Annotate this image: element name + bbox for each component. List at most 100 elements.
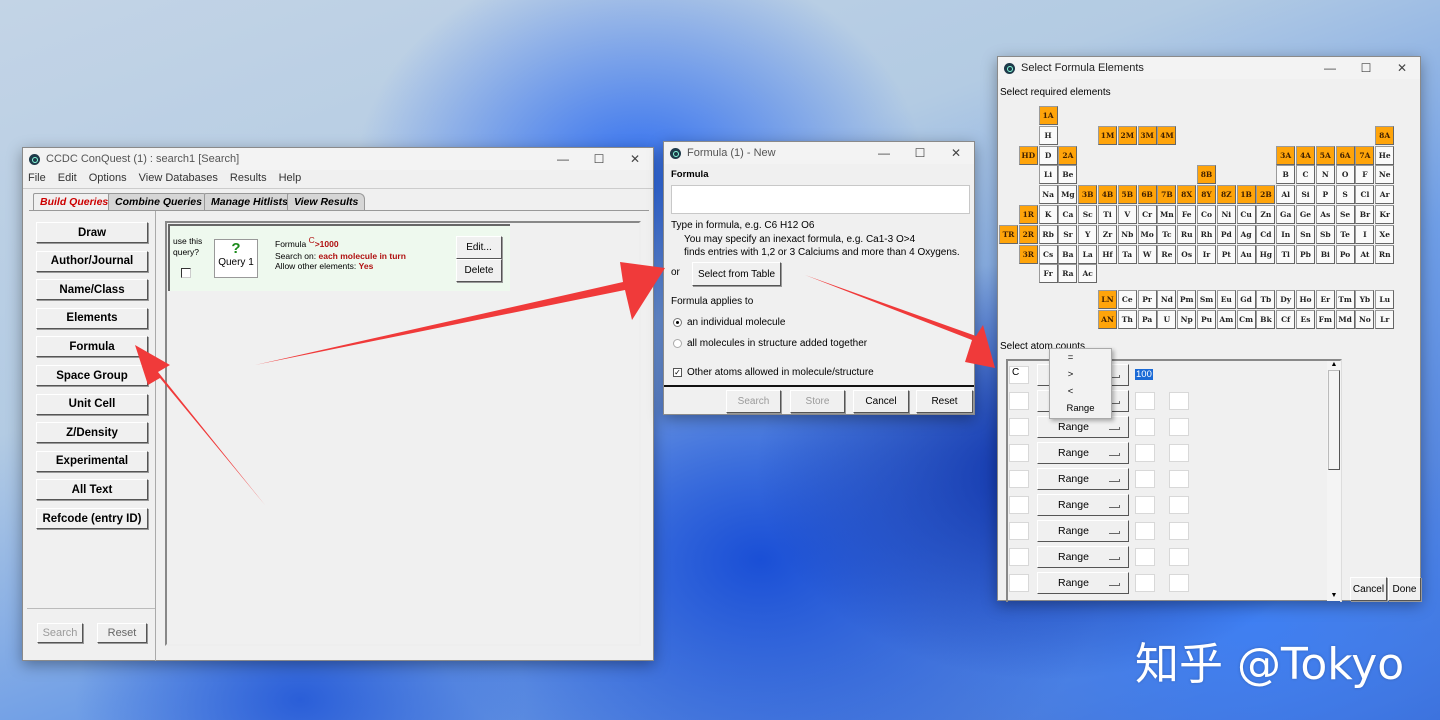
- count-min-input[interactable]: [1135, 392, 1155, 410]
- element-cell-ca[interactable]: Ca: [1058, 205, 1078, 224]
- element-cell-zn[interactable]: Zn: [1256, 205, 1276, 224]
- select-from-table-button[interactable]: Select from Table: [692, 262, 781, 286]
- count-max-input[interactable]: [1169, 548, 1189, 566]
- element-cell-ir[interactable]: Ir: [1197, 244, 1216, 264]
- element-cell-k[interactable]: K: [1038, 205, 1058, 224]
- element-cell-p[interactable]: P: [1315, 185, 1335, 205]
- edit-button[interactable]: Edit...: [456, 236, 502, 259]
- element-cell-ga[interactable]: Ga: [1276, 205, 1296, 224]
- element-cell-7b[interactable]: 7B: [1157, 185, 1177, 205]
- query-type-button-experimental[interactable]: Experimental: [36, 450, 148, 472]
- element-cell-3b[interactable]: 3B: [1078, 185, 1098, 205]
- reset-button[interactable]: Reset: [97, 623, 147, 643]
- formula-reset-button[interactable]: Reset: [916, 390, 973, 413]
- element-input[interactable]: [1009, 470, 1029, 488]
- query-type-button-all-text[interactable]: All Text: [36, 479, 148, 501]
- element-cell-8y[interactable]: 8Y: [1197, 185, 1216, 205]
- element-cell-at[interactable]: At: [1355, 244, 1375, 264]
- element-cell-6b[interactable]: 6B: [1137, 185, 1157, 205]
- element-cell-xe[interactable]: Xe: [1375, 224, 1395, 244]
- element-cell-pm[interactable]: Pm: [1177, 290, 1197, 310]
- tab-combine-queries[interactable]: Combine Queries: [108, 193, 209, 210]
- element-cell-4a[interactable]: 4A: [1296, 145, 1315, 165]
- close-icon[interactable]: ✕: [1384, 61, 1420, 75]
- element-cell-6a[interactable]: 6A: [1335, 145, 1355, 165]
- element-cell-2r[interactable]: 2R: [1018, 224, 1038, 244]
- element-cell-3a[interactable]: 3A: [1276, 145, 1296, 165]
- menu-edit[interactable]: Edit: [58, 172, 77, 184]
- count-min-input[interactable]: [1135, 470, 1155, 488]
- count-min-input[interactable]: [1135, 574, 1155, 592]
- elements-cancel-button[interactable]: Cancel: [1350, 577, 1387, 601]
- count-max-input[interactable]: [1169, 574, 1189, 592]
- element-cell-am[interactable]: Am: [1216, 310, 1236, 329]
- count-max-input[interactable]: [1169, 392, 1189, 410]
- element-cell-ar[interactable]: Ar: [1375, 185, 1395, 205]
- element-cell-bk[interactable]: Bk: [1256, 310, 1276, 329]
- operator-dropdown[interactable]: Range: [1037, 572, 1129, 594]
- scrollbar[interactable]: ▲ ▼: [1327, 361, 1341, 601]
- element-input[interactable]: [1009, 548, 1029, 566]
- element-cell-hd[interactable]: HD: [1018, 145, 1038, 165]
- element-cell-ra[interactable]: Ra: [1058, 264, 1078, 284]
- element-cell-rn[interactable]: Rn: [1375, 244, 1395, 264]
- query-type-button-author-journal[interactable]: Author/Journal: [36, 250, 148, 272]
- formula-cancel-button[interactable]: Cancel: [853, 390, 909, 413]
- query-type-button-refcode-entry-id[interactable]: Refcode (entry ID): [36, 508, 148, 529]
- element-cell-h[interactable]: H: [1038, 125, 1058, 145]
- element-cell-co[interactable]: Co: [1197, 205, 1216, 224]
- count-min-input[interactable]: [1135, 444, 1155, 462]
- radio-all-molecules[interactable]: [673, 339, 682, 348]
- use-query-checkbox[interactable]: [181, 268, 191, 278]
- element-cell-te[interactable]: Te: [1335, 224, 1355, 244]
- query-type-button-space-group[interactable]: Space Group: [36, 365, 148, 386]
- element-cell-d[interactable]: D: [1038, 145, 1058, 165]
- menu-file[interactable]: File: [28, 172, 46, 184]
- count-max-input[interactable]: [1169, 444, 1189, 462]
- element-cell-ho[interactable]: Ho: [1296, 290, 1315, 310]
- menu-option-less[interactable]: <: [1050, 383, 1111, 400]
- element-cell-1b[interactable]: 1B: [1236, 185, 1256, 205]
- maximize-icon[interactable]: ☐: [1348, 61, 1384, 75]
- element-cell-po[interactable]: Po: [1335, 244, 1355, 264]
- element-cell-7a[interactable]: 7A: [1355, 145, 1375, 165]
- formula-input[interactable]: [671, 185, 970, 214]
- element-cell-th[interactable]: Th: [1117, 310, 1137, 329]
- element-cell-o[interactable]: O: [1335, 165, 1355, 185]
- close-icon[interactable]: ✕: [617, 152, 653, 166]
- element-cell-fm[interactable]: Fm: [1315, 310, 1335, 329]
- element-cell-os[interactable]: Os: [1177, 244, 1197, 264]
- delete-button[interactable]: Delete: [456, 259, 502, 282]
- element-cell-se[interactable]: Se: [1335, 205, 1355, 224]
- element-cell-yb[interactable]: Yb: [1355, 290, 1375, 310]
- element-cell-2m[interactable]: 2M: [1117, 125, 1137, 145]
- element-cell-zr[interactable]: Zr: [1098, 224, 1117, 244]
- element-cell-c[interactable]: C: [1296, 165, 1315, 185]
- radio-individual[interactable]: [673, 318, 682, 327]
- menu-option-range[interactable]: Range: [1050, 400, 1111, 417]
- element-cell-be[interactable]: Be: [1058, 165, 1078, 185]
- count-min-input[interactable]: [1135, 418, 1155, 436]
- elements-done-button[interactable]: Done: [1388, 577, 1421, 601]
- element-input[interactable]: C: [1009, 366, 1029, 384]
- formula-search-button[interactable]: Search: [726, 390, 781, 413]
- count-min-input[interactable]: [1135, 496, 1155, 514]
- formula-store-button[interactable]: Store: [790, 390, 845, 413]
- count-max-input[interactable]: [1169, 496, 1189, 514]
- menu-option-equals[interactable]: =: [1050, 349, 1111, 366]
- query-thumbnail[interactable]: ? Query 1: [214, 239, 258, 278]
- count-min-input[interactable]: 100: [1135, 366, 1155, 384]
- element-cell-1a[interactable]: 1A: [1038, 106, 1058, 125]
- count-min-input[interactable]: [1135, 522, 1155, 540]
- element-input[interactable]: [1009, 444, 1029, 462]
- query-type-button-z-density[interactable]: Z/Density: [36, 422, 148, 444]
- element-cell-he[interactable]: He: [1375, 145, 1395, 165]
- query-type-button-draw[interactable]: Draw: [36, 222, 148, 243]
- element-cell-es[interactable]: Es: [1296, 310, 1315, 329]
- element-cell-ti[interactable]: Ti: [1098, 205, 1117, 224]
- element-cell-cd[interactable]: Cd: [1256, 224, 1276, 244]
- maximize-icon[interactable]: ☐: [902, 146, 938, 160]
- element-cell-fr[interactable]: Fr: [1038, 264, 1058, 284]
- element-cell-eu[interactable]: Eu: [1216, 290, 1236, 310]
- close-icon[interactable]: ✕: [938, 146, 974, 160]
